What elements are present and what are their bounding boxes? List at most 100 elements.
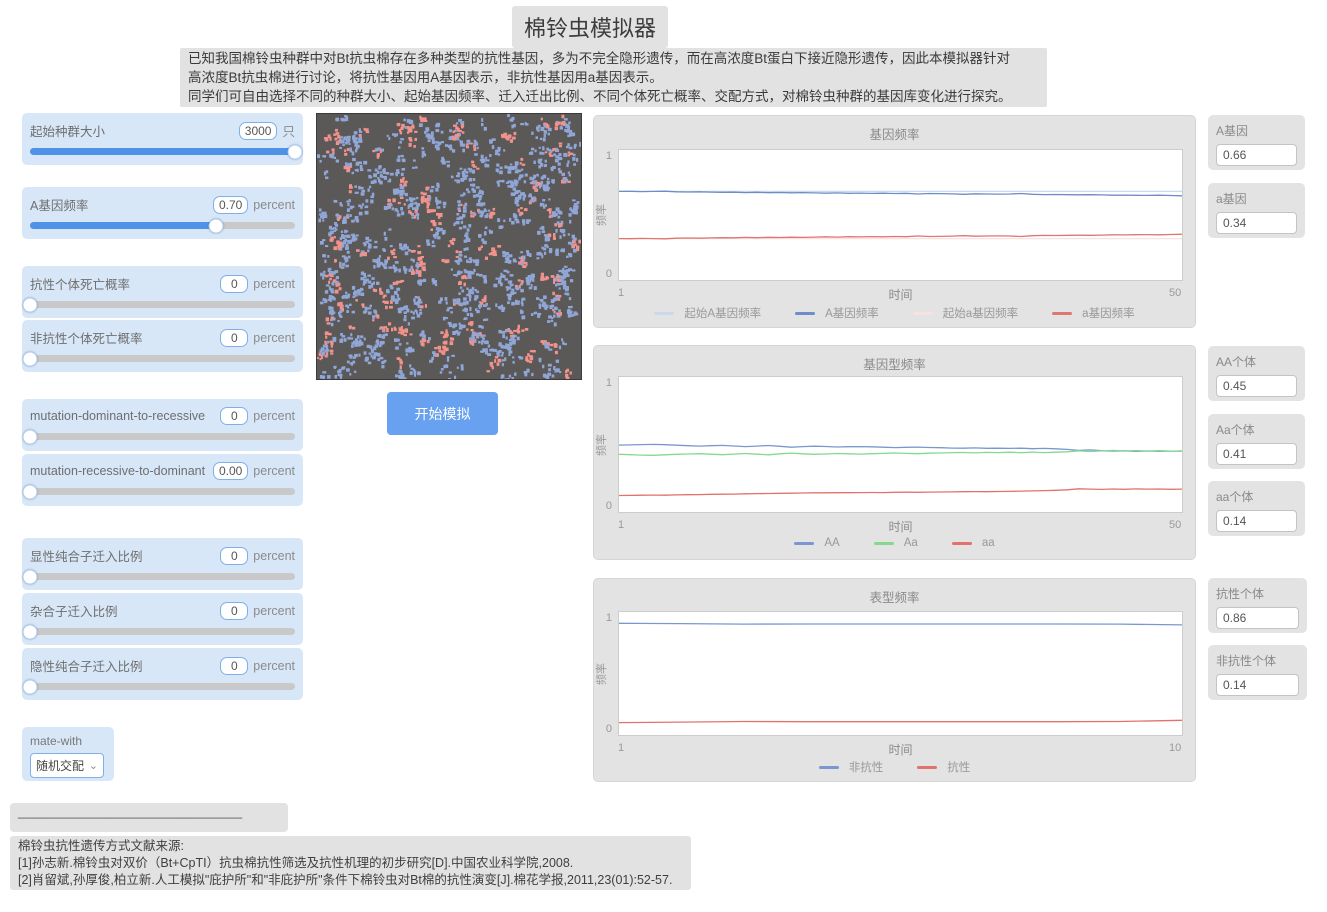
slider-thumb[interactable]	[23, 351, 38, 366]
slider-unit: percent	[253, 198, 295, 212]
legend-swatch	[917, 766, 937, 769]
slider-6: mutation-recessive-to-dominant 0.00 percen…	[22, 454, 303, 506]
mate-with-select[interactable]: 随机交配 ⌄	[30, 753, 104, 778]
y-tick-min: 0	[596, 500, 612, 512]
legend-item: 非抗性	[819, 759, 884, 775]
legend-item: a基因频率	[1052, 305, 1134, 321]
slider-unit: 只	[282, 121, 295, 140]
slider-value-box[interactable]: 3000	[239, 122, 278, 140]
slider-unit: percent	[253, 604, 295, 618]
slider-4: 非抗性个体死亡概率0percent	[22, 320, 303, 372]
legend-swatch	[874, 542, 894, 545]
slider-value-box[interactable]: 0.70	[213, 196, 248, 214]
legend-label: Aa	[904, 537, 918, 549]
legend-label: 起始A基因频率	[684, 305, 761, 321]
slider-value-box[interactable]: 0	[220, 329, 248, 347]
legend-label: 抗性	[947, 759, 970, 775]
monitor-value: 0.66	[1216, 144, 1297, 166]
references-line: [1]孙志新.棉铃虫对双价（Bt+CpTI）抗虫棉抗性筛选及抗性机理的初步研究[…	[18, 855, 683, 872]
monitor-label: A基因	[1216, 122, 1297, 139]
slider-thumb[interactable]	[23, 484, 38, 499]
x-tick-max: 10	[1169, 742, 1181, 754]
legend-item: Aa	[874, 537, 918, 549]
slider-label: 杂合子迁入比例	[30, 601, 215, 620]
slider-track[interactable]	[30, 222, 295, 229]
slider-track[interactable]	[30, 488, 295, 495]
monitor-1: A基因 0.66	[1208, 115, 1305, 170]
legend-swatch	[794, 542, 814, 545]
monitor-label: AA个体	[1216, 353, 1297, 370]
legend-item: 起始A基因频率	[654, 305, 761, 321]
description-line: 已知我国棉铃虫种群中对Bt抗虫棉存在多种类型的抗性基因，多为不完全隐形遗传，而在…	[188, 49, 1039, 68]
slider-value-box[interactable]: 0	[220, 547, 248, 565]
monitor-6: 抗性个体0.86	[1208, 578, 1307, 633]
slider-thumb[interactable]	[23, 569, 38, 584]
slider-2: A基因频率0.70percent	[22, 187, 303, 239]
mate-with-selected-value: 随机交配	[36, 757, 84, 774]
slider-thumb[interactable]	[208, 218, 223, 233]
agents-canvas	[317, 114, 581, 379]
legend-label: aa	[982, 537, 995, 549]
slider-7: 显性纯合子迁入比例 0 percent	[22, 538, 303, 590]
y-axis-label: 频率	[593, 434, 609, 456]
legend-label: a基因频率	[1082, 305, 1134, 321]
slider-track[interactable]	[30, 301, 295, 308]
y-tick-max: 1	[596, 150, 612, 162]
slider-track[interactable]	[30, 573, 295, 580]
x-tick-max: 50	[1169, 519, 1181, 531]
description-note: 已知我国棉铃虫种群中对Bt抗虫棉存在多种类型的抗性基因，多为不完全隐形遗传，而在…	[180, 48, 1047, 107]
slider-value-box[interactable]: 0	[220, 275, 248, 293]
slider-thumb[interactable]	[23, 429, 38, 444]
legend-item: AA	[794, 537, 839, 549]
slider-thumb[interactable]	[23, 679, 38, 694]
slider-label: 显性纯合子迁入比例	[30, 546, 215, 565]
chart-legend: 非抗性 抗性	[594, 759, 1195, 775]
slider-thumb[interactable]	[23, 624, 38, 639]
slider-thumb[interactable]	[288, 144, 303, 159]
chart-legend: 起始A基因频率A基因频率起始a基因频率a基因频率	[594, 305, 1195, 321]
plot-area	[618, 376, 1183, 513]
legend-swatch	[819, 766, 839, 769]
chart-legend: AA Aa aa	[594, 537, 1195, 549]
series-line	[619, 623, 1182, 625]
slider-track[interactable]	[30, 433, 295, 440]
slider-value-box[interactable]: 0.00	[213, 462, 248, 480]
slider-thumb[interactable]	[23, 297, 38, 312]
slider-9: 隐性纯合子迁入比例0percent	[22, 648, 303, 700]
monitor-value: 0.86	[1216, 607, 1299, 629]
monitor-value: 0.45	[1216, 375, 1297, 397]
monitor-7: 非抗性个体 0.14	[1208, 645, 1307, 700]
plot-area	[618, 149, 1183, 281]
slider-track[interactable]	[30, 148, 295, 155]
legend-swatch	[952, 542, 972, 545]
slider-value-box[interactable]: 0	[220, 602, 248, 620]
start-simulation-button[interactable]: 开始模拟	[387, 392, 498, 435]
slider-label: 抗性个体死亡概率	[30, 274, 215, 293]
slider-5: mutation-dominant-to-recessive0percent	[22, 399, 303, 451]
series-line	[619, 450, 1182, 455]
slider-unit: percent	[253, 464, 295, 478]
slider-value-box[interactable]: 0	[220, 657, 248, 675]
slider-unit: percent	[253, 549, 295, 563]
slider-track[interactable]	[30, 683, 295, 690]
legend-label: 非抗性	[849, 759, 884, 775]
series-line	[619, 489, 1182, 496]
slider-label: mutation-recessive-to-dominant	[30, 464, 208, 478]
y-tick-max: 1	[596, 612, 612, 624]
monitor-5: aa个体0.14	[1208, 481, 1305, 536]
slider-8: 杂合子迁入比例 0 percent	[22, 593, 303, 645]
slider-track[interactable]	[30, 628, 295, 635]
simulation-world-view	[316, 113, 582, 380]
mate-with-label: mate-with	[30, 734, 106, 748]
legend-item: 起始a基因频率	[913, 305, 1018, 321]
monitor-label: 非抗性个体	[1216, 652, 1299, 669]
monitor-value: 0.14	[1216, 674, 1299, 696]
chart-panel-2: 基因型频率10频率1时间50AAAaaa	[593, 345, 1196, 560]
slider-track[interactable]	[30, 355, 295, 362]
slider-unit: percent	[253, 277, 295, 291]
legend-swatch	[913, 312, 933, 315]
monitor-2: a基因0.34	[1208, 183, 1305, 238]
monitor-3: AA个体 0.45	[1208, 346, 1305, 401]
slider-value-box[interactable]: 0	[220, 407, 248, 425]
monitor-label: a基因	[1216, 190, 1297, 207]
